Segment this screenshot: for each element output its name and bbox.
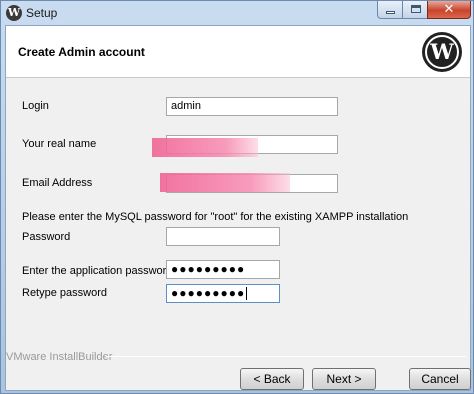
app-password-value: ●●●●●●●●● bbox=[171, 262, 246, 276]
login-label: Login bbox=[22, 100, 49, 112]
window-title: Setup bbox=[26, 6, 58, 20]
minimize-button[interactable] bbox=[377, 1, 403, 19]
email-label: Email Address bbox=[22, 177, 93, 189]
cancel-button[interactable]: Cancel bbox=[409, 368, 471, 390]
login-input[interactable]: admin bbox=[166, 97, 338, 116]
wordpress-logo: W bbox=[422, 32, 462, 72]
maximize-icon bbox=[411, 5, 421, 13]
close-button[interactable]: ✕ bbox=[427, 1, 471, 19]
app-password-input[interactable]: ●●●●●●●●● bbox=[166, 260, 280, 279]
next-button[interactable]: Next > bbox=[312, 368, 376, 390]
retype-password-label: Retype password bbox=[22, 287, 107, 299]
setup-window: W Setup ✕ Create Admin account W Login a… bbox=[0, 0, 474, 394]
retype-password-input[interactable]: ●●●●●●●●● bbox=[166, 284, 280, 303]
redaction-mark bbox=[160, 173, 290, 192]
title-bar[interactable]: W Setup ✕ bbox=[1, 1, 473, 25]
wordpress-icon: W bbox=[6, 5, 22, 21]
close-icon: ✕ bbox=[443, 2, 455, 17]
real-name-label: Your real name bbox=[22, 138, 97, 150]
minimize-icon bbox=[386, 11, 395, 14]
dialog-content: Create Admin account W Login admin Your … bbox=[5, 25, 471, 391]
installer-brand: VMware InstallBuilder bbox=[6, 351, 113, 363]
mysql-password-input[interactable] bbox=[166, 227, 280, 246]
footer-divider bbox=[106, 356, 466, 357]
mysql-instruction: Please enter the MySQL password for "roo… bbox=[22, 211, 409, 223]
retype-password-value: ●●●●●●●●● bbox=[171, 286, 246, 300]
header-panel: Create Admin account W bbox=[6, 26, 470, 78]
redaction-mark bbox=[152, 138, 258, 157]
text-caret bbox=[246, 287, 248, 301]
maximize-button[interactable] bbox=[402, 1, 428, 19]
back-button[interactable]: < Back bbox=[240, 368, 304, 390]
password-label: Password bbox=[22, 231, 71, 243]
page-title: Create Admin account bbox=[18, 45, 145, 59]
app-password-label: Enter the application password bbox=[22, 265, 173, 277]
